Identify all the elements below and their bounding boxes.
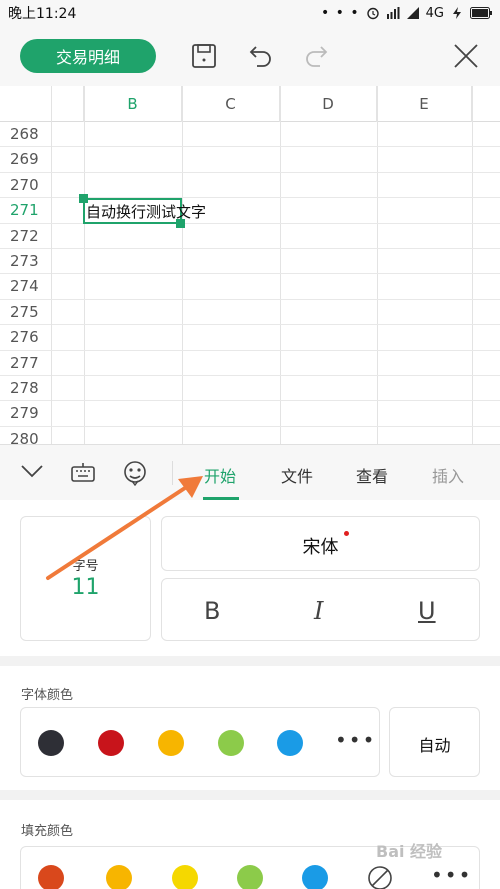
fill-color-title: 填充颜色 bbox=[21, 824, 74, 839]
transaction-detail-button[interactable]: 交易明细 bbox=[20, 39, 156, 73]
table-row[interactable]: 275 bbox=[0, 299, 500, 326]
tab-start[interactable]: 开始 bbox=[204, 463, 236, 487]
color-swatch[interactable] bbox=[38, 730, 64, 756]
font-family-name: 宋体 bbox=[302, 537, 339, 558]
row-number[interactable]: 277 bbox=[0, 350, 52, 376]
table-row[interactable]: 269 bbox=[0, 147, 500, 173]
close-icon[interactable] bbox=[452, 42, 480, 70]
signal-icon bbox=[406, 7, 419, 19]
fill-swatch[interactable] bbox=[38, 865, 64, 889]
fill-swatch[interactable] bbox=[302, 865, 328, 889]
tab-insert[interactable]: 插入 bbox=[432, 463, 464, 487]
undo-icon[interactable] bbox=[247, 42, 275, 70]
table-row[interactable]: 271 bbox=[0, 198, 500, 224]
column-header-b[interactable]: B bbox=[84, 86, 182, 122]
row-number[interactable]: 274 bbox=[0, 274, 52, 300]
watermark-logo: Bai 经验 bbox=[376, 842, 443, 861]
underline-button[interactable]: U bbox=[418, 597, 436, 625]
row-number[interactable]: 270 bbox=[0, 172, 52, 198]
table-row[interactable]: 280 bbox=[0, 426, 500, 444]
spreadsheet-grid[interactable]: B C D E 268 269 270 271 272 273 274 275 … bbox=[0, 86, 500, 444]
font-size-value: 11 bbox=[71, 575, 100, 600]
color-swatch[interactable] bbox=[277, 730, 303, 756]
column-header-c[interactable]: C bbox=[182, 86, 280, 122]
row-number-selected[interactable]: 271 bbox=[0, 198, 52, 224]
row-number[interactable]: 275 bbox=[0, 299, 52, 325]
table-row[interactable]: 272 bbox=[0, 223, 500, 249]
status-time: 晚上11:24 bbox=[8, 6, 77, 22]
font-family-button[interactable]: 宋体 bbox=[161, 516, 480, 571]
font-style-group: B I U bbox=[161, 578, 480, 641]
column-header-d[interactable]: D bbox=[280, 86, 377, 122]
no-fill-icon[interactable] bbox=[367, 865, 393, 889]
hd-signal-icon bbox=[386, 7, 400, 19]
selection-handle-bottom-right[interactable] bbox=[176, 219, 185, 228]
keyboard-icon[interactable] bbox=[70, 461, 96, 489]
selection-handle-top-left[interactable] bbox=[79, 194, 88, 203]
row-number[interactable]: 272 bbox=[0, 223, 52, 249]
column-header-a[interactable] bbox=[52, 86, 84, 122]
table-row[interactable]: 274 bbox=[0, 274, 500, 300]
cell-text[interactable]: 自动换行测试文字 bbox=[86, 201, 206, 222]
table-row[interactable]: 276 bbox=[0, 325, 500, 351]
tab-file[interactable]: 文件 bbox=[281, 463, 313, 487]
table-row[interactable]: 273 bbox=[0, 248, 500, 275]
network-type: 4G bbox=[425, 5, 444, 21]
font-size-button[interactable]: 字号 11 bbox=[20, 516, 151, 641]
ribbon-tab-bar: 开始 文件 查看 插入 bbox=[0, 444, 500, 500]
more-colors-button[interactable]: ••• bbox=[335, 728, 376, 752]
auto-color-label: 自动 bbox=[418, 736, 451, 755]
row-number[interactable]: 278 bbox=[0, 375, 52, 401]
alarm-icon bbox=[366, 7, 379, 20]
table-row[interactable]: 270 bbox=[0, 172, 500, 199]
charging-icon bbox=[453, 7, 461, 19]
auto-color-button[interactable]: 自动 bbox=[389, 707, 480, 777]
font-size-label: 字号 bbox=[72, 559, 99, 574]
battery-icon bbox=[470, 7, 492, 19]
fill-swatch[interactable] bbox=[172, 865, 198, 889]
font-color-palette: ••• bbox=[20, 707, 380, 777]
table-row[interactable]: 277 bbox=[0, 350, 500, 376]
corner-cell[interactable] bbox=[0, 86, 52, 122]
table-row[interactable]: 279 bbox=[0, 401, 500, 427]
redo-icon[interactable] bbox=[302, 42, 330, 70]
tab-separator bbox=[172, 461, 173, 485]
color-swatch[interactable] bbox=[158, 730, 184, 756]
more-fill-colors-button[interactable]: ••• bbox=[431, 863, 472, 887]
table-row[interactable]: 278 bbox=[0, 375, 500, 402]
tab-view[interactable]: 查看 bbox=[356, 463, 388, 487]
font-section: 字号 11 宋体 B I U bbox=[0, 500, 500, 656]
row-number[interactable]: 269 bbox=[0, 147, 52, 173]
notification-dots: • • • bbox=[320, 5, 360, 21]
top-toolbar: 交易明细 bbox=[0, 26, 500, 86]
column-header-e[interactable]: E bbox=[377, 86, 472, 122]
row-number[interactable]: 273 bbox=[0, 248, 52, 274]
collapse-chevron-icon[interactable] bbox=[20, 461, 44, 485]
color-swatch[interactable] bbox=[98, 730, 124, 756]
color-swatch[interactable] bbox=[218, 730, 244, 756]
fill-swatch[interactable] bbox=[106, 865, 132, 889]
fill-swatch[interactable] bbox=[237, 865, 263, 889]
row-number[interactable]: 276 bbox=[0, 325, 52, 351]
table-row[interactable]: 268 bbox=[0, 122, 500, 148]
italic-button[interactable]: I bbox=[314, 597, 323, 625]
row-list: 268 269 270 271 272 273 274 275 276 277 … bbox=[0, 122, 500, 444]
font-color-title: 字体颜色 bbox=[21, 688, 74, 703]
row-number[interactable]: 280 bbox=[0, 426, 52, 444]
format-panel: 字号 11 宋体 B I U 字体颜色 ••• 自动 填充颜色 ••• bbox=[0, 500, 500, 889]
column-header-row: B C D E bbox=[0, 86, 500, 122]
new-dot-badge bbox=[344, 531, 349, 536]
status-bar: 晚上11:24 • • • 4G bbox=[0, 0, 500, 26]
bold-button[interactable]: B bbox=[204, 597, 220, 625]
font-color-section: 字体颜色 ••• 自动 bbox=[0, 666, 500, 790]
emoji-icon[interactable] bbox=[122, 460, 148, 490]
save-icon[interactable] bbox=[190, 42, 218, 70]
row-number[interactable]: 268 bbox=[0, 122, 52, 147]
row-number[interactable]: 279 bbox=[0, 401, 52, 427]
